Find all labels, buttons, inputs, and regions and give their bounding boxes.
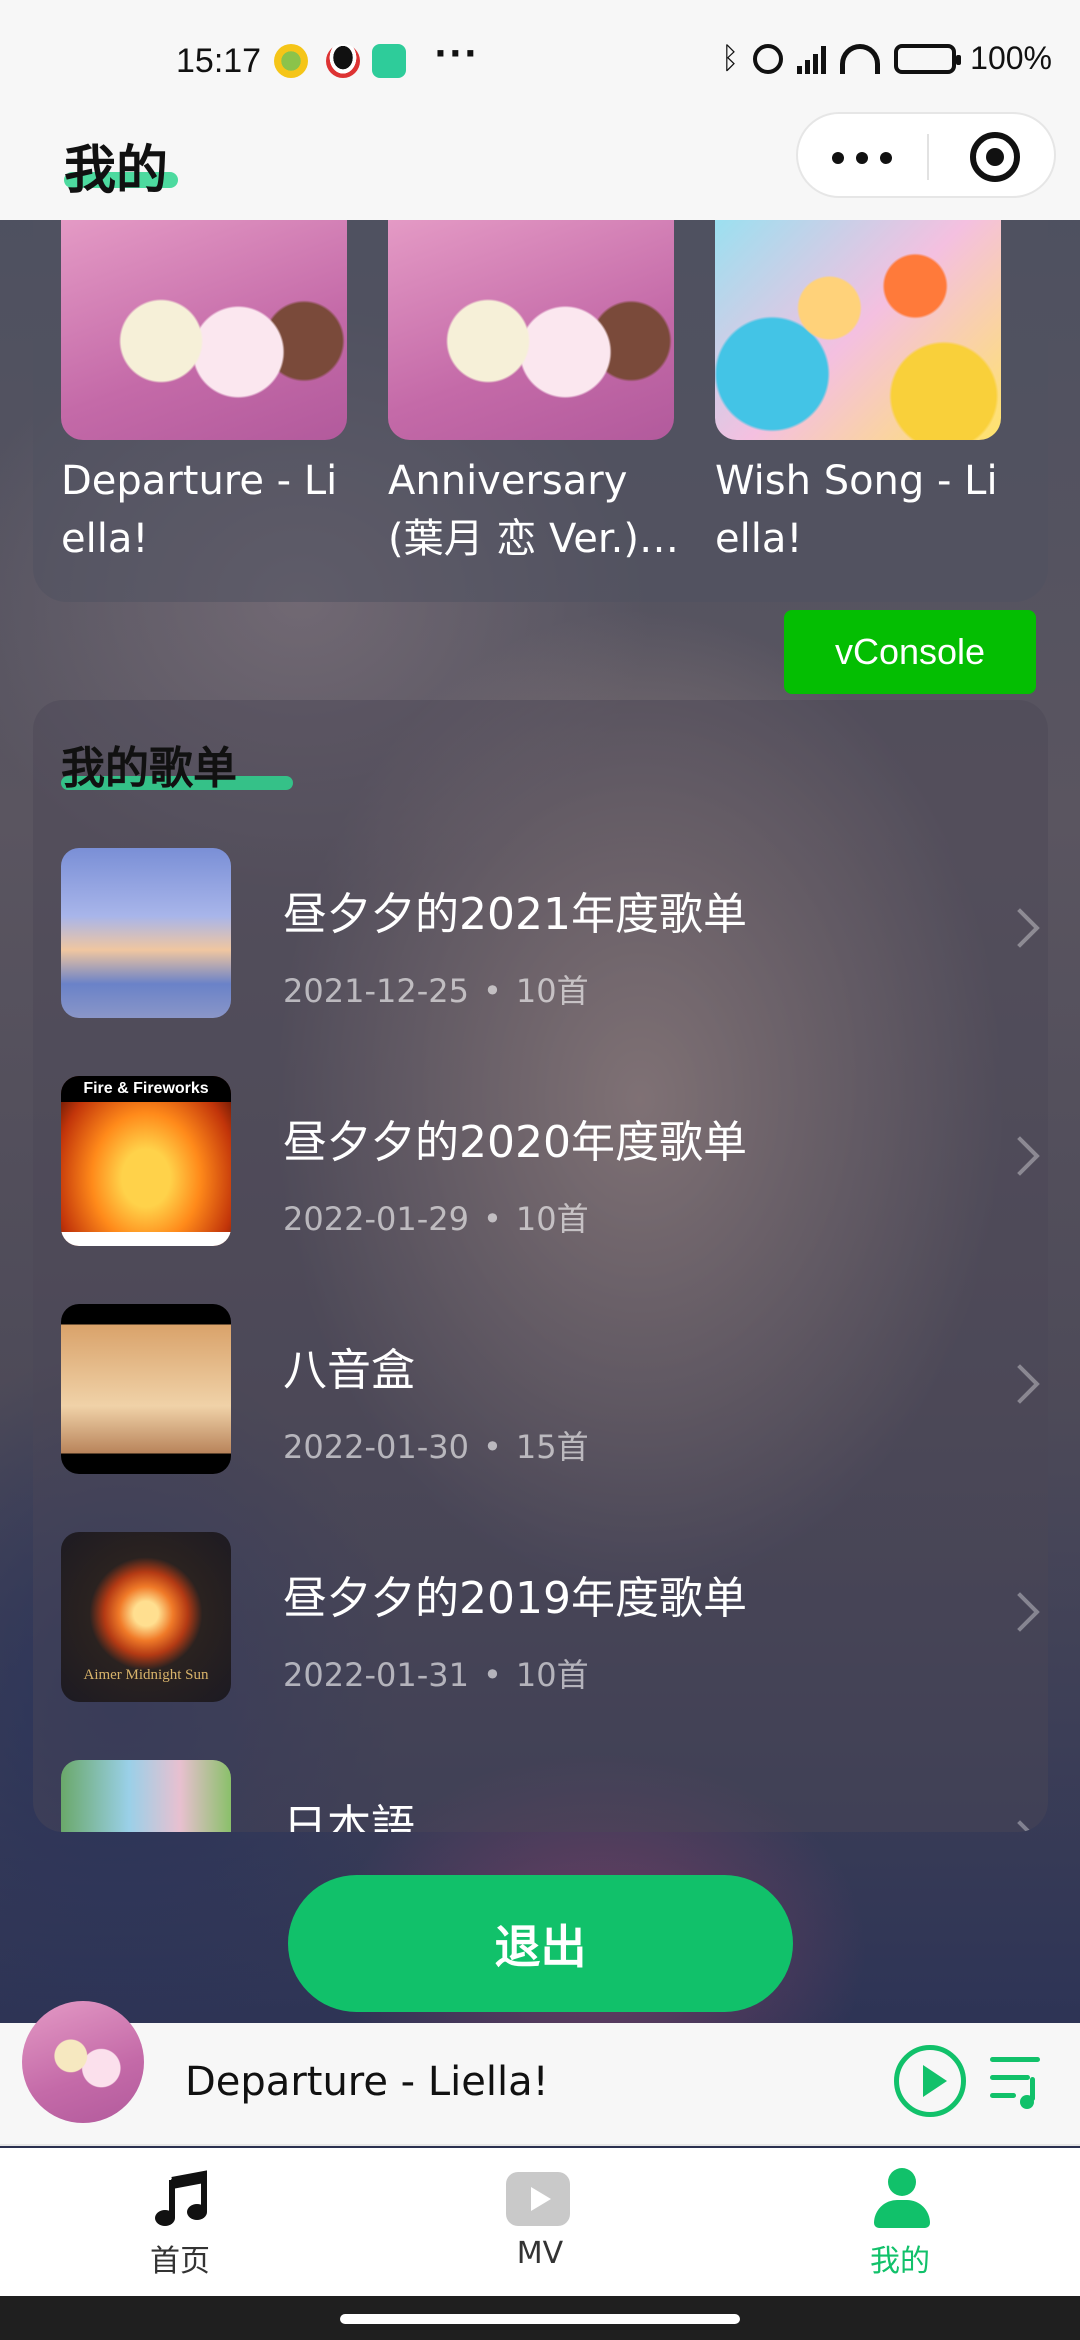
playlist-date: 2022-01-29 (283, 1200, 469, 1238)
playlist-cover: Aimer Midnight Sun (61, 1532, 231, 1702)
playlist-count: 10首 (515, 1200, 589, 1238)
vconsole-button[interactable]: vConsole (784, 610, 1036, 694)
alarm-icon (753, 43, 784, 74)
playlist-title: 日本語 (283, 1801, 415, 1832)
tab-label: 我的 (870, 2244, 930, 2279)
chevron-right-icon (1000, 1364, 1040, 1404)
playlist-cover (61, 1304, 231, 1474)
play-icon[interactable] (894, 2045, 966, 2117)
chevron-right-icon (1000, 1136, 1040, 1176)
playlist-count: 10首 (515, 1656, 589, 1694)
playlist-date: 2021-12-25 (283, 972, 469, 1010)
recent-song-item[interactable]: Anniversary (葉月 恋 Ver.) - Liella! (388, 220, 678, 568)
playlist-title: 八音盒 (283, 1345, 415, 1396)
chevron-right-icon (1000, 908, 1040, 948)
now-playing-title: Departure - Liella! (185, 2059, 549, 2105)
playlist-item[interactable]: Aimer Midnight Sun 昼夕夕的2019年度歌单 2022-01-… (61, 1532, 1040, 1704)
chevron-right-icon (1000, 1592, 1040, 1632)
playlist-meta: 2022-01-29 • 10首 (283, 1200, 589, 1238)
playlist-item[interactable]: Fire & Fireworks 昼夕夕的2020年度歌单 2022-01-29… (61, 1076, 1040, 1248)
album-cover (61, 220, 347, 440)
playlist-date: 2022-01-31 (283, 1656, 469, 1694)
page-title: 我的 (64, 141, 169, 201)
recent-song-title: Anniversary (葉月 恋 Ver.) - Liella! (388, 458, 667, 562)
system-nav-bar (0, 2296, 1080, 2340)
playlist-cover (61, 848, 231, 1018)
home-indicator[interactable] (340, 2314, 740, 2324)
capsule-divider (927, 134, 929, 180)
now-playing-cover[interactable] (22, 2001, 144, 2123)
album-cover (715, 220, 1001, 440)
logout-button[interactable]: 退出 (288, 1875, 793, 2012)
tab-home[interactable]: 首页 (0, 2148, 360, 2296)
album-cover (388, 220, 674, 440)
playlist-count: 15首 (515, 1428, 589, 1466)
playlist-cover: Fire & Fireworks (61, 1076, 231, 1246)
playlist-meta: 2022-01-31 • 10首 (283, 1656, 589, 1694)
mini-player[interactable]: Departure - Liella! (0, 2001, 1080, 2146)
status-more-dots: ··· (434, 34, 479, 74)
tab-mv[interactable]: MV (360, 2148, 720, 2296)
tab-mine[interactable]: 我的 (720, 2148, 1080, 2296)
status-right: ᛒ 100% (721, 40, 1052, 77)
playlist-meta: 2021-12-25 • 10首 (283, 972, 589, 1010)
person-icon (872, 2168, 932, 2230)
tab-bar: 首页 MV 我的 (0, 2148, 1080, 2296)
recent-songs-card: Departure - Liella! Anniversary (葉月 恋 Ve… (33, 220, 1048, 602)
playlist-title: 昼夕夕的2019年度歌单 (283, 1573, 747, 1624)
close-mini-program-icon[interactable] (970, 132, 1020, 182)
wifi-icon (840, 43, 881, 74)
music-note-icon (155, 2170, 207, 2226)
recent-song-item[interactable]: Wish Song - Liella! (715, 220, 1005, 568)
video-play-icon (506, 2172, 570, 2226)
cover-footer (61, 1232, 231, 1246)
more-options-icon[interactable] (832, 152, 892, 164)
playlist-title: 昼夕夕的2021年度歌单 (283, 889, 747, 940)
signal-icon (797, 44, 827, 74)
header: 我的 (0, 110, 1080, 220)
playlist-item[interactable]: 昼夕夕的2021年度歌单 2021-12-25 • 10首 (61, 848, 1040, 1020)
recent-song-title: Wish Song - Liella! (715, 458, 998, 562)
playlist-item[interactable]: 八音盒 2022-01-30 • 15首 (61, 1304, 1040, 1476)
recent-song-item[interactable]: Departure - Liella! (61, 220, 351, 568)
playlist-queue-icon[interactable] (990, 2051, 1050, 2111)
playlist-cover (61, 1760, 231, 1832)
bluetooth-icon: ᛒ (721, 41, 740, 75)
section-title: 我的歌单 (61, 743, 237, 794)
playlist-item[interactable]: 日本語 (61, 1760, 1040, 1832)
qq-icon (326, 44, 360, 78)
status-time: 15:17 (176, 42, 262, 80)
playlist-date: 2022-01-30 (283, 1428, 469, 1466)
battery-icon (894, 43, 962, 74)
tab-label: MV (516, 2236, 564, 2271)
playlist-title: 昼夕夕的2020年度歌单 (283, 1117, 747, 1168)
cover-text: Aimer Midnight Sun (83, 1667, 209, 1683)
battery-percent: 100% (970, 40, 1052, 76)
mini-program-capsule (796, 112, 1056, 198)
app-notification-icon (274, 44, 308, 78)
security-app-icon (372, 44, 406, 78)
my-playlists-card: 我的歌单 昼夕夕的2021年度歌单 2021-12-25 • 10首 Fire & … (33, 700, 1048, 1832)
tab-label: 首页 (150, 2244, 210, 2279)
playlist-count: 10首 (515, 972, 589, 1010)
status-bar: 15:17 ··· ᛒ 100% (0, 0, 1080, 110)
cover-text: Fire & Fireworks (61, 1076, 231, 1102)
playlist-meta: 2022-01-30 • 15首 (283, 1428, 589, 1466)
recent-song-title: Departure - Liella! (61, 458, 338, 562)
